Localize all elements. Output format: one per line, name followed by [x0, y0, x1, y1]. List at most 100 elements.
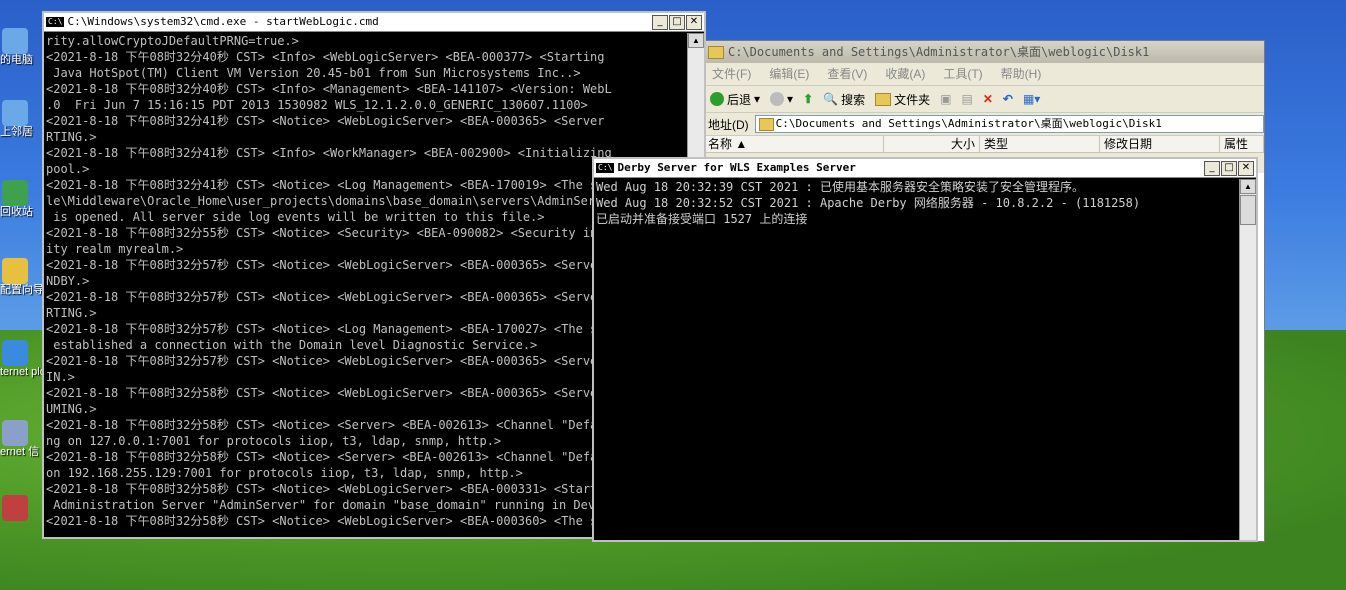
cmd-title-bar[interactable]: C:\ C:\Windows\system32\cmd.exe - startW…	[44, 13, 704, 32]
search-button[interactable]: 🔍 搜索	[823, 91, 865, 108]
menu-view[interactable]: 查看(V)	[827, 63, 867, 85]
computer-icon	[2, 28, 28, 54]
console-line: Administration Server "AdminServer" for …	[46, 498, 617, 512]
address-input[interactable]: C:\Documents and Settings\Administrator\…	[754, 115, 1264, 133]
console-line: <2021-8-18 下午08时32分40秒 CST> <Info> <Mana…	[46, 82, 612, 96]
console-line: Wed Aug 18 20:32:39 CST 2021 : 已使用基本服务器安…	[596, 180, 1084, 194]
cmd-derby-window[interactable]: C:\ Derby Server for WLS Examples Server…	[592, 157, 1258, 542]
menu-help[interactable]: 帮助(H)	[1001, 63, 1042, 85]
desktop-icon[interactable]	[0, 495, 40, 521]
folders-button[interactable]: 文件夹	[875, 91, 930, 108]
console-line: <2021-8-18 下午08时32分41秒 CST> <Notice> <We…	[46, 114, 605, 128]
console-line: <2021-8-18 下午08时32分57秒 CST> <Notice> <We…	[46, 290, 605, 304]
console-line: <2021-8-18 下午08时32分41秒 CST> <Notice> <Lo…	[46, 178, 612, 192]
column-attributes[interactable]: 属性	[1220, 136, 1264, 152]
shortcut-icon	[2, 495, 28, 521]
minimize-button[interactable]: _	[652, 14, 668, 30]
explorer-title: C:\Documents and Settings\Administrator\…	[728, 45, 1150, 59]
console-line: NDBY.>	[46, 274, 90, 288]
back-label: 后退	[727, 92, 752, 107]
menu-favorites[interactable]: 收藏(A)	[885, 63, 925, 85]
desktop-icon-label: 的电脑	[0, 54, 33, 66]
network-icon	[2, 100, 28, 126]
sort-up-icon: ▲	[735, 137, 748, 151]
forward-arrow-icon	[770, 92, 785, 106]
console-line: <2021-8-18 下午08时32分58秒 CST> <Notice> <Se…	[46, 450, 605, 464]
move-icon: ▣	[940, 92, 952, 106]
console-line: pool.>	[46, 162, 90, 176]
desktop-icon[interactable]: 回收站	[0, 180, 40, 218]
minimize-button[interactable]: _	[1204, 160, 1220, 176]
copy-to-button[interactable]: ▤	[961, 92, 972, 106]
file-list-header: 名称 ▲ 大小 类型 修改日期 属性	[704, 136, 1264, 153]
help-icon	[2, 258, 28, 284]
console-line: <2021-8-18 下午08时32分57秒 CST> <Notice> <Lo…	[46, 322, 612, 336]
console-line: on 192.168.255.129:7001 for protocols ii…	[46, 466, 523, 480]
console-line: <2021-8-18 下午08时32分40秒 CST> <Info> <WebL…	[46, 50, 605, 64]
folders-label: 文件夹	[894, 92, 931, 107]
column-modified[interactable]: 修改日期	[1100, 136, 1220, 152]
folder-icon	[875, 92, 892, 106]
up-button[interactable]: ⬆	[803, 92, 813, 106]
vertical-scrollbar[interactable]: ▲	[1239, 179, 1256, 540]
menu-tools[interactable]: 工具(T)	[943, 63, 982, 85]
console-line: ity realm myrealm.>	[46, 242, 184, 256]
console-line: Wed Aug 18 20:32:52 CST 2021 : Apache De…	[596, 196, 1141, 210]
console-line: <2021-8-18 下午08时32分55秒 CST> <Notice> <Se…	[46, 226, 612, 240]
desktop-icon-label: ternet plorer	[0, 366, 60, 378]
recycle-bin-icon	[2, 180, 28, 206]
delete-button[interactable]: ✕	[983, 92, 993, 106]
ie-icon	[2, 340, 28, 366]
column-size[interactable]: 大小	[884, 136, 980, 152]
console-line: RTING.>	[46, 130, 97, 144]
desktop-icon[interactable]: 上邻居	[0, 100, 40, 138]
console-line: <2021-8-18 下午08时32分57秒 CST> <Notice> <We…	[46, 258, 605, 272]
explorer-title-bar[interactable]: C:\Documents and Settings\Administrator\…	[704, 41, 1264, 63]
menu-file[interactable]: 文件(F)	[712, 63, 751, 85]
undo-button[interactable]: ↶	[1003, 92, 1013, 106]
menu-edit[interactable]: 编辑(E)	[769, 63, 809, 85]
maximize-button[interactable]: □	[669, 14, 685, 30]
derby-title: Derby Server for WLS Examples Server	[617, 161, 856, 174]
cmd-title: C:\Windows\system32\cmd.exe - startWebLo…	[67, 15, 379, 28]
move-to-button[interactable]: ▣	[940, 92, 951, 106]
desktop-icon-label: ernet 信 务 (I..	[0, 446, 70, 458]
scroll-thumb[interactable]	[1240, 195, 1256, 225]
column-name[interactable]: 名称 ▲	[704, 136, 884, 152]
desktop-icon[interactable]: ternet plorer	[0, 340, 60, 378]
address-label: 地址(D)	[708, 117, 749, 132]
desktop-icon[interactable]: 的电脑	[0, 28, 40, 66]
scroll-up-icon[interactable]: ▲	[688, 33, 704, 48]
desktop-icon[interactable]: 配置向导	[0, 258, 44, 296]
console-line: le\Middleware\Oracle_Home\user_projects\…	[46, 194, 610, 208]
close-button[interactable]: ✕	[686, 14, 702, 30]
cmd-output: rity.allowCryptoJDefaultPRNG=true.> <2021…	[46, 33, 686, 537]
derby-output: Wed Aug 18 20:32:39 CST 2021 : 已使用基本服务器安…	[596, 179, 1238, 540]
desktop-icon[interactable]: ernet 信 务 (I..	[0, 420, 70, 458]
close-button[interactable]: ✕	[1238, 160, 1254, 176]
console-line: <2021-8-18 下午08时32分41秒 CST> <Info> <Work…	[46, 146, 612, 160]
desktop-icon-label: 回收站	[0, 206, 33, 218]
explorer-menu-bar: 文件(F) 编辑(E) 查看(V) 收藏(A) 工具(T) 帮助(H)	[704, 63, 1264, 86]
cmd-icon: C:\	[46, 17, 65, 27]
chevron-down-icon: ▾	[787, 92, 794, 106]
console-line: <2021-8-18 下午08时32分58秒 CST> <Notice> <We…	[46, 386, 605, 400]
delete-x-icon: ✕	[982, 92, 993, 106]
folder-icon	[758, 118, 774, 131]
column-type[interactable]: 类型	[980, 136, 1100, 152]
console-line: <2021-8-18 下午08时32分57秒 CST> <Notice> <We…	[46, 354, 605, 368]
derby-title-bar[interactable]: C:\ Derby Server for WLS Examples Server…	[594, 159, 1256, 178]
forward-button[interactable]: ▾	[770, 92, 793, 106]
views-button[interactable]: ▦▾	[1023, 92, 1040, 106]
console-line: is opened. All server side log events wi…	[46, 210, 545, 224]
maximize-button[interactable]: □	[1221, 160, 1237, 176]
back-button[interactable]: 后退 ▾	[710, 91, 760, 108]
scroll-up-icon[interactable]: ▲	[1240, 179, 1256, 194]
search-icon: 🔍	[823, 92, 839, 106]
address-value: C:\Documents and Settings\Administrator\…	[775, 117, 1162, 130]
console-line: established a connection with the Domain…	[46, 338, 538, 352]
console-line: <2021-8-18 下午08时32分58秒 CST> <Notice> <We…	[46, 514, 612, 528]
copy-icon: ▤	[961, 92, 973, 106]
console-line: Java HotSpot(TM) Client VM Version 20.45…	[46, 66, 581, 80]
address-bar: 地址(D) C:\Documents and Settings\Administ…	[704, 113, 1264, 136]
